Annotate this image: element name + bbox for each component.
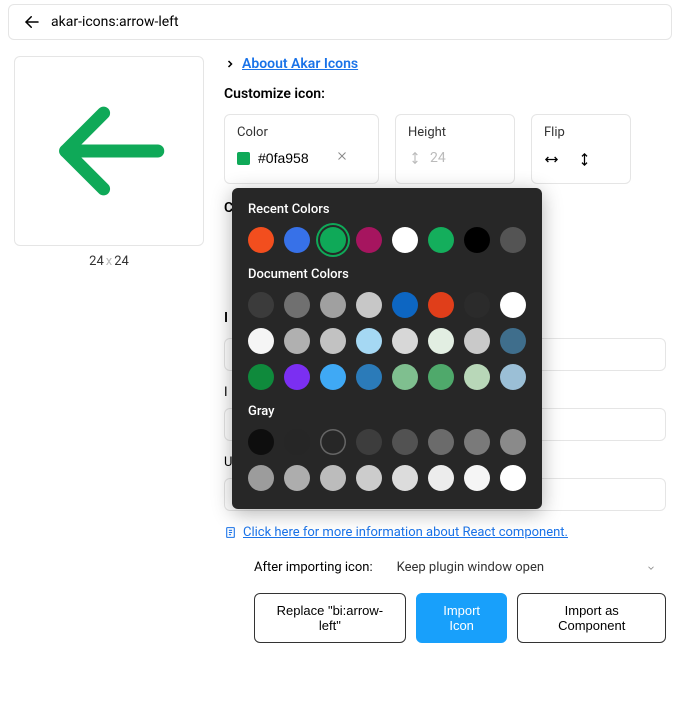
flip-label: Flip bbox=[544, 125, 618, 140]
color-chip[interactable] bbox=[392, 429, 418, 455]
chevron-right-icon bbox=[224, 58, 236, 70]
react-info-link[interactable]: Click here for more information about Re… bbox=[243, 525, 568, 540]
color-chip[interactable] bbox=[248, 227, 274, 253]
document-colors-label: Document Colors bbox=[248, 267, 526, 282]
document-colors-grid bbox=[248, 292, 526, 390]
color-chip[interactable] bbox=[428, 227, 454, 253]
flip-vertical-icon[interactable] bbox=[577, 152, 592, 171]
color-chip[interactable] bbox=[356, 364, 382, 390]
color-label: Color bbox=[237, 125, 366, 140]
color-chip[interactable] bbox=[284, 364, 310, 390]
after-import-select[interactable]: Keep plugin window open bbox=[397, 560, 666, 575]
color-chip[interactable] bbox=[464, 292, 490, 318]
header-bar: akar-icons:arrow-left bbox=[8, 4, 672, 40]
color-chip[interactable] bbox=[428, 292, 454, 318]
import-component-button[interactable]: Import as Component bbox=[517, 593, 666, 643]
back-icon[interactable] bbox=[23, 13, 41, 31]
flip-horizontal-icon[interactable] bbox=[544, 152, 559, 171]
color-chip[interactable] bbox=[500, 227, 526, 253]
color-chip[interactable] bbox=[248, 292, 274, 318]
after-import-label: After importing icon: bbox=[254, 560, 373, 575]
color-chip[interactable] bbox=[320, 465, 346, 491]
color-chip[interactable] bbox=[284, 227, 310, 253]
color-chip[interactable] bbox=[464, 328, 490, 354]
doc-icon bbox=[224, 526, 237, 539]
gray-colors-grid bbox=[248, 429, 526, 491]
color-chip[interactable] bbox=[464, 227, 490, 253]
arrow-left-icon bbox=[44, 86, 174, 216]
color-chip[interactable] bbox=[428, 429, 454, 455]
color-chip[interactable] bbox=[284, 292, 310, 318]
color-chip[interactable] bbox=[356, 328, 382, 354]
customize-heading: Customize icon: bbox=[224, 86, 666, 102]
color-chip[interactable] bbox=[464, 465, 490, 491]
height-icon bbox=[408, 151, 422, 165]
color-chip[interactable] bbox=[356, 292, 382, 318]
color-chip[interactable] bbox=[392, 465, 418, 491]
color-swatch[interactable] bbox=[237, 152, 250, 165]
color-chip[interactable] bbox=[392, 328, 418, 354]
color-chip[interactable] bbox=[392, 292, 418, 318]
color-chip[interactable] bbox=[392, 364, 418, 390]
color-chip[interactable] bbox=[284, 328, 310, 354]
color-chip[interactable] bbox=[284, 465, 310, 491]
color-chip[interactable] bbox=[320, 292, 346, 318]
height-value[interactable]: 24 bbox=[430, 150, 446, 166]
color-chip[interactable] bbox=[500, 465, 526, 491]
color-chip[interactable] bbox=[320, 364, 346, 390]
color-chip[interactable] bbox=[464, 364, 490, 390]
color-chip[interactable] bbox=[356, 227, 382, 253]
color-picker-popover: Recent Colors Document Colors Gray bbox=[232, 188, 542, 509]
color-chip[interactable] bbox=[500, 429, 526, 455]
color-input[interactable] bbox=[258, 150, 328, 166]
color-chip[interactable] bbox=[248, 429, 274, 455]
color-chip[interactable] bbox=[320, 227, 346, 253]
color-chip[interactable] bbox=[284, 429, 310, 455]
color-chip[interactable] bbox=[428, 328, 454, 354]
recent-colors-grid bbox=[248, 227, 526, 253]
color-chip[interactable] bbox=[500, 292, 526, 318]
height-control: Height 24 bbox=[395, 114, 515, 184]
color-chip[interactable] bbox=[500, 364, 526, 390]
replace-button[interactable]: Replace "bi:arrow-left" bbox=[254, 593, 406, 643]
icon-preview bbox=[14, 56, 204, 246]
chevron-down-icon bbox=[646, 563, 656, 573]
recent-colors-label: Recent Colors bbox=[248, 202, 526, 217]
color-chip[interactable] bbox=[320, 328, 346, 354]
about-link[interactable]: Aboout Akar Icons bbox=[242, 56, 358, 72]
color-chip[interactable] bbox=[392, 227, 418, 253]
color-chip[interactable] bbox=[356, 429, 382, 455]
gray-colors-label: Gray bbox=[248, 404, 526, 419]
color-chip[interactable] bbox=[320, 429, 346, 455]
color-chip[interactable] bbox=[428, 465, 454, 491]
color-chip[interactable] bbox=[428, 364, 454, 390]
color-control: Color bbox=[224, 114, 379, 184]
import-icon-button[interactable]: Import Icon bbox=[416, 593, 508, 643]
color-chip[interactable] bbox=[248, 465, 274, 491]
color-chip[interactable] bbox=[464, 429, 490, 455]
clear-color-icon[interactable] bbox=[336, 150, 348, 166]
height-label: Height bbox=[408, 125, 502, 140]
color-chip[interactable] bbox=[500, 328, 526, 354]
icon-name-title: akar-icons:arrow-left bbox=[51, 14, 179, 30]
color-chip[interactable] bbox=[356, 465, 382, 491]
color-chip[interactable] bbox=[248, 328, 274, 354]
flip-control: Flip bbox=[531, 114, 631, 184]
preview-dimensions: 24x24 bbox=[14, 254, 204, 269]
color-chip[interactable] bbox=[248, 364, 274, 390]
